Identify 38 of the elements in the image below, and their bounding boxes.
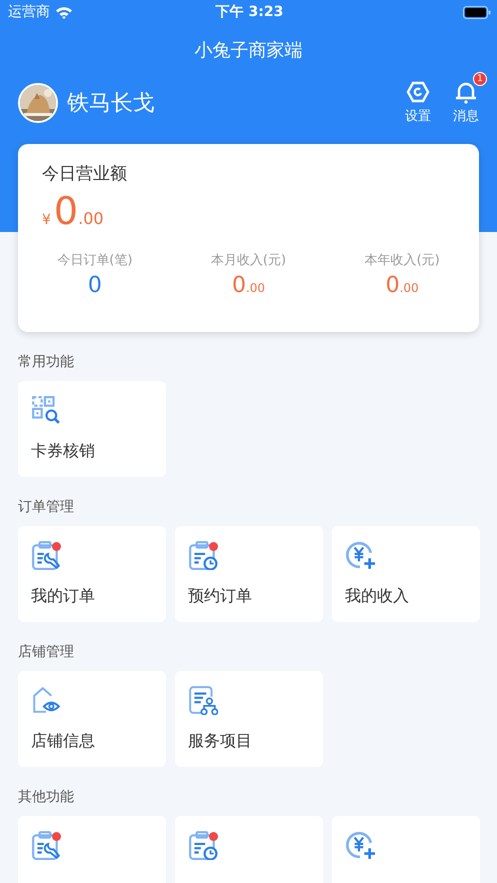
house-eye-icon — [31, 685, 61, 715]
messages-button[interactable]: 消息 1 — [445, 72, 487, 125]
section-title: 其他功能 — [18, 788, 75, 806]
revenue-amount: ¥0.00 — [42, 191, 104, 231]
user-name: 铁马长戈 — [67, 90, 156, 118]
stat-label: 本年收入(元) — [364, 252, 440, 269]
section-title: 订单管理 — [18, 498, 75, 516]
stat-label: 本月收入(元) — [210, 252, 286, 269]
clipboard-clock-icon — [188, 830, 218, 860]
function-tile[interactable]: 我的订单 — [18, 526, 166, 622]
wifi-icon — [55, 6, 73, 18]
function-tile[interactable]: 卡券核销 — [18, 381, 166, 477]
unread-badge: 1 — [473, 72, 487, 86]
app-title: 小兔子商家端 — [194, 39, 304, 62]
status-time: 下午 3:23 — [216, 3, 284, 21]
battery-icon — [463, 6, 492, 18]
stat-value: 0.00 — [232, 273, 266, 298]
carrier-name: 运营商 — [8, 3, 50, 21]
function-tile[interactable]: 预约订单 — [175, 526, 323, 622]
stat-label: 今日订单(笔) — [57, 252, 132, 269]
settings-icon — [406, 80, 430, 104]
function-tile[interactable]: 我的收入 — [332, 526, 480, 622]
stat-value: 0.00 — [386, 273, 419, 298]
function-tile[interactable]: 服务项目 — [175, 671, 323, 767]
section-title: 常用功能 — [18, 353, 75, 371]
card-title: 今日营业额 — [42, 163, 128, 185]
stat-value: 0 — [88, 273, 102, 298]
section-title: 店铺管理 — [18, 643, 75, 661]
function-tile[interactable]: 店铺信息 — [18, 671, 166, 767]
clipboard-wrench-icon — [31, 830, 61, 860]
yen-plus-icon — [345, 540, 375, 570]
bell-icon — [454, 80, 478, 104]
list-nodes-icon — [188, 685, 218, 715]
clipboard-clock-icon — [188, 540, 218, 570]
yen-plus-icon — [345, 830, 375, 860]
settings-button[interactable]: 设置 — [397, 72, 439, 125]
qr-code-search-icon — [31, 395, 61, 425]
clipboard-wrench-icon — [31, 540, 61, 570]
